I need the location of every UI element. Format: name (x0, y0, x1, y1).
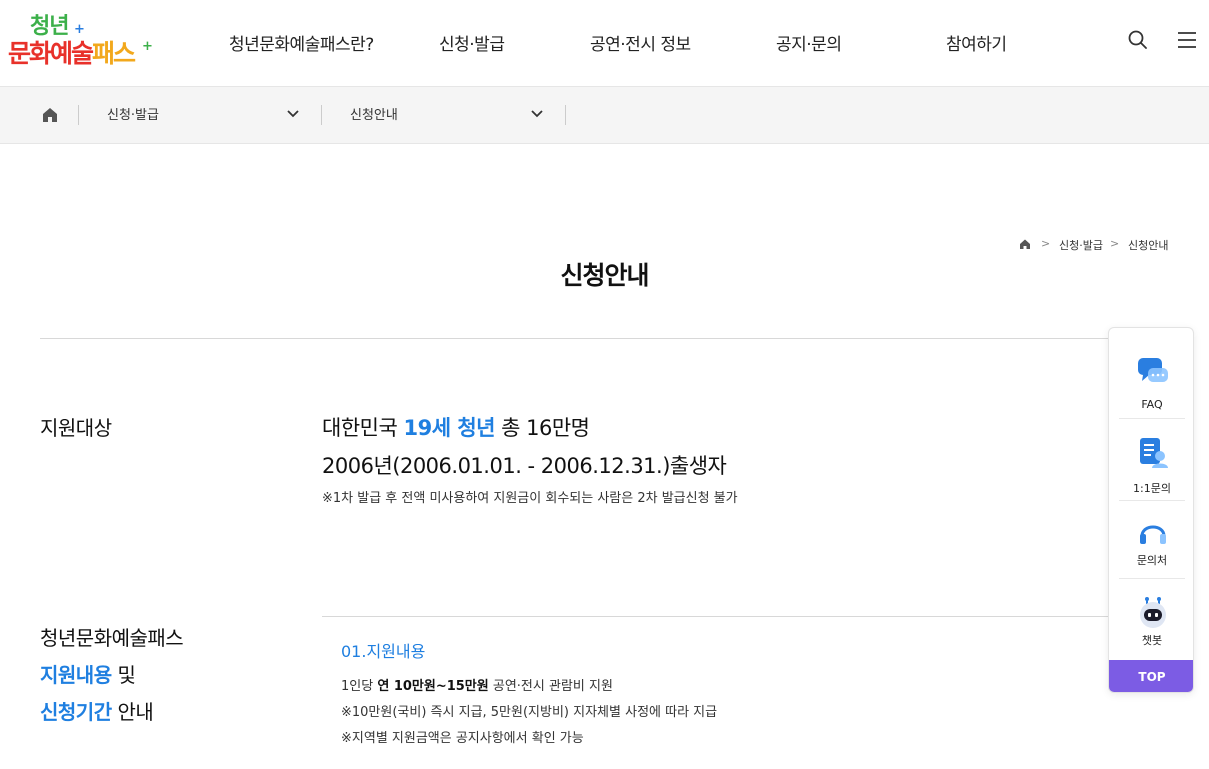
support-label-guide: 안내 (111, 700, 154, 724)
quick-menu-panel: FAQ 1:1문의 문의처 챗봇 TOP (1108, 327, 1194, 693)
quick-menu-contact[interactable]: 문의처 (1109, 500, 1193, 580)
chevron-right-icon: > (1041, 237, 1051, 250)
target-birth-range: 2006년(2006.01.01. - 2006.12.31.)출생자 (322, 454, 727, 478)
chevron-down-icon[interactable] (286, 107, 300, 121)
support-box-divider (322, 616, 1169, 617)
chat-bubble-icon (1138, 358, 1168, 382)
breadcrumb-divider (565, 105, 566, 125)
support-desc-pre: 1인당 (341, 679, 378, 694)
support-label-and: 및 (111, 663, 136, 687)
target-line1-pre: 대한민국 (322, 416, 404, 440)
support-desc-note2: ※지역별 지원금액은 공지사항에서 확인 가능 (341, 731, 584, 746)
target-note: ※1차 발급 후 전액 미사용하여 지원금이 회수되는 사람은 2차 발급신청 … (322, 491, 738, 506)
main-nav: 청년문화예술패스란? 신청·발급 공연·전시 정보 공지·문의 참여하기 (0, 30, 1209, 55)
breadcrumb-divider (78, 105, 79, 125)
quick-menu-divider (1119, 418, 1185, 419)
target-line1: 대한민국 19세 청년 총 16만명 (322, 412, 590, 442)
support-desc-note1: ※10만원(국비) 즉시 지급, 5만원(지방비) 지자체별 사정에 따라 지급 (341, 705, 718, 720)
support-label-line1: 청년문화예술패스 (40, 626, 184, 650)
target-line1-post: 총 16만명 (494, 416, 590, 440)
support-label-line2: 지원내용 및 (40, 657, 183, 694)
breadcrumb-dropdown-level1[interactable]: 신청·발급 (107, 104, 159, 123)
home-icon[interactable] (40, 105, 60, 125)
chevron-right-icon: > (1110, 237, 1120, 250)
quick-menu-inquiry-label: 1:1문의 (1133, 482, 1171, 495)
page-title: 신청안내 (560, 261, 649, 290)
home-icon[interactable] (1019, 238, 1031, 250)
quick-menu-inquiry[interactable]: 1:1문의 (1109, 420, 1193, 500)
support-subtitle: 01.지원내용 (341, 642, 426, 661)
quick-menu-faq[interactable]: FAQ (1109, 338, 1193, 418)
quick-menu-divider (1119, 578, 1185, 579)
quick-menu-chatbot-label: 챗봇 (1141, 634, 1163, 647)
nav-item-apply[interactable]: 신청·발급 (439, 30, 505, 55)
hamburger-menu-icon[interactable] (1176, 29, 1198, 51)
breadcrumb-bar: 신청·발급 신청안내 (0, 86, 1209, 144)
support-section-label: 청년문화예술패스 지원내용 및 신청기간 안내 (40, 620, 184, 731)
support-desc-amount: 1인당 연 10만원~15만원 공연·전시 관람비 지원 (341, 675, 613, 694)
search-icon[interactable] (1127, 29, 1149, 51)
support-label-content: 지원내용 (40, 663, 112, 687)
target-age-highlight: 19세 청년 (403, 416, 495, 440)
quick-menu-chatbot[interactable]: 챗봇 (1109, 580, 1193, 660)
chevron-down-icon[interactable] (530, 107, 544, 121)
target-section-label: 지원대상 (40, 416, 112, 440)
support-label-period: 신청기간 (40, 700, 112, 724)
quick-menu-faq-label: FAQ (1141, 398, 1163, 411)
breadcrumb-dropdown-level2[interactable]: 신청안내 (350, 104, 398, 123)
site-header: 청년 + 문화예술패스 + 청년문화예술패스란? 신청·발급 공연·전시 정보 … (0, 0, 1209, 86)
quick-menu-contact-label: 문의처 (1136, 554, 1168, 567)
nav-item-participate[interactable]: 참여하기 (946, 30, 1007, 55)
nav-item-events[interactable]: 공연·전시 정보 (590, 30, 691, 55)
breadcrumb-divider (321, 105, 322, 125)
headset-icon (1140, 525, 1166, 544)
title-divider (40, 338, 1169, 339)
support-desc-post: 공연·전시 관람비 지원 (488, 679, 613, 694)
nav-item-notice[interactable]: 공지·문의 (776, 30, 842, 55)
support-label-line3: 신청기간 안내 (40, 694, 183, 731)
document-person-icon (1140, 438, 1168, 468)
mini-breadcrumb-level1[interactable]: 신청·발급 (1059, 237, 1103, 253)
nav-item-about[interactable]: 청년문화예술패스란? (229, 30, 374, 55)
scroll-top-button[interactable]: TOP (1109, 660, 1193, 692)
robot-icon (1140, 597, 1166, 628)
support-desc-amount-bold: 연 10만원~15만원 (377, 679, 489, 694)
mini-breadcrumb-level2: 신청안내 (1128, 239, 1169, 252)
